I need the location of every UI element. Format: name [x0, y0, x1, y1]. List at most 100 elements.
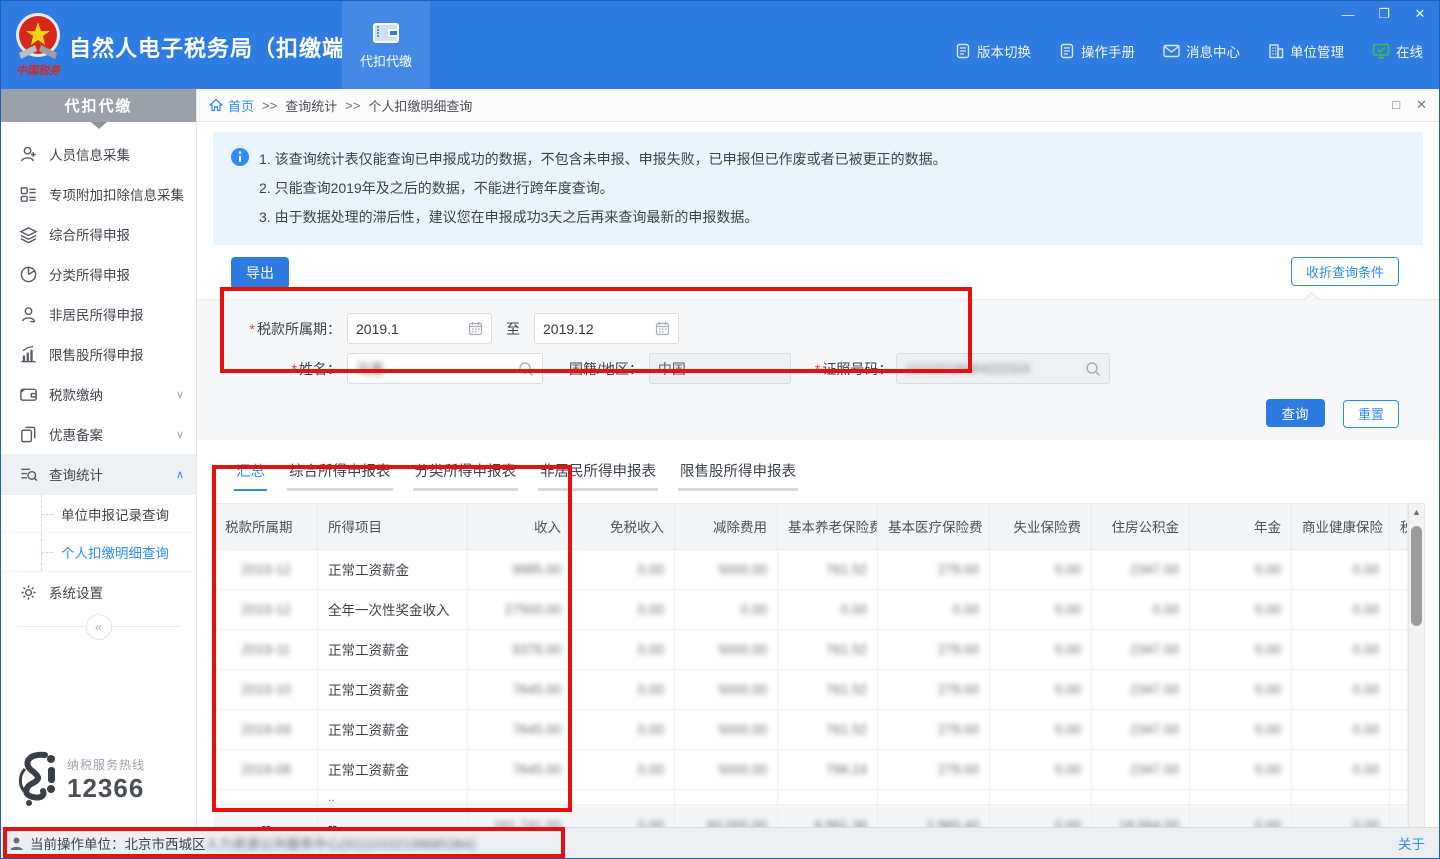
cell-value: 2347.00	[1130, 722, 1179, 737]
sidebar-item-系统设置[interactable]: 系统设置	[1, 572, 196, 612]
cell-value: 正常工资薪金	[328, 563, 409, 578]
tab-分类所得申报表[interactable]: 分类所得申报表	[413, 456, 519, 491]
cell-value: 6,991.36	[814, 818, 867, 827]
sidebar-item-综合所得申报[interactable]: 综合所得申报	[1, 214, 196, 254]
table-cell	[778, 789, 878, 804]
sidebar-item-label: 系统设置	[49, 582, 103, 602]
period-to-input[interactable]: 2019.12	[534, 313, 679, 344]
sidebar-item-label: 查询统计	[49, 464, 103, 484]
restore-icon[interactable]: ❐	[1373, 5, 1395, 23]
sidebar-item-人员信息采集[interactable]: 人员信息采集	[1, 134, 196, 174]
toolbar: 导出 收折查询条件	[197, 245, 1439, 299]
table-cell	[675, 789, 778, 804]
header-menu-消息中心[interactable]: 消息中心	[1163, 41, 1240, 61]
sidebar-item-分类所得申报[interactable]: 分类所得申报	[1, 254, 196, 294]
table-cell: 2347.00	[1092, 549, 1190, 589]
search-icon[interactable]	[518, 361, 534, 377]
search-button[interactable]: 查询	[1266, 399, 1325, 427]
notice-line-2: 2. 只能查询2019年及之后的数据，不能进行跨年度查询。	[259, 174, 1405, 203]
cell-value: 0.00	[1255, 762, 1281, 777]
table-cell	[215, 789, 318, 804]
frame-close-icon[interactable]: ✕	[1416, 97, 1427, 113]
table-row[interactable]: 2019-08正常工资薪金7645.000.005000.00798.24279…	[215, 749, 1408, 789]
copy-icon	[19, 425, 38, 444]
breadcrumb-home[interactable]: 首页	[209, 96, 254, 115]
breadcrumb-item-2: 个人扣缴明细查询	[368, 96, 472, 115]
sidebar-subitem-单位申报记录查询[interactable]: 单位申报记录查询	[1, 495, 196, 533]
search-icon[interactable]	[1085, 361, 1101, 377]
vertical-scroll-thumb[interactable]	[1411, 526, 1422, 626]
table-cell: 2019-08	[215, 749, 318, 789]
bar-chart-icon	[19, 345, 38, 364]
cell-value: 5000.00	[718, 762, 767, 777]
table-cell: 798.24	[778, 749, 878, 789]
sidebar-item-label: 综合所得申报	[49, 224, 130, 244]
name-input[interactable]: 马某	[347, 353, 543, 384]
cell-value: 761.52	[826, 722, 867, 737]
wallet-outline-icon	[19, 385, 38, 404]
sidebar-item-限售股所得申报[interactable]: 限售股所得申报	[1, 334, 196, 374]
frame-maximize-icon[interactable]: □	[1392, 97, 1400, 113]
window-controls: — ❐ ✕	[1337, 5, 1431, 23]
table-row[interactable]: 2019-11正常工资薪金9378.000.005000.00761.52279…	[215, 629, 1408, 669]
close-icon[interactable]: ✕	[1409, 5, 1431, 23]
current-unit-label: 当前操作单位：	[30, 833, 125, 853]
minimize-icon[interactable]: —	[1337, 5, 1359, 23]
vertical-scrollbar[interactable]: ▲ ▼	[1408, 503, 1425, 828]
reset-button[interactable]: 重置	[1343, 400, 1399, 428]
cell-value: 279.00	[938, 682, 979, 697]
table-cell: 全年一次性奖金收入	[318, 589, 468, 629]
cell-value: 0.00	[1353, 562, 1379, 577]
table-row[interactable]: 2019-09正常工资薪金7645.000.005000.00761.52279…	[215, 709, 1408, 749]
cell-value: 0.00	[1353, 642, 1379, 657]
tab-综合所得申报表[interactable]: 综合所得申报表	[287, 456, 393, 491]
home-icon	[209, 98, 223, 112]
sidebar-subitem-个人扣缴明细查询[interactable]: 个人扣缴明细查询	[1, 533, 196, 571]
sidebar-item-label: 人员信息采集	[49, 144, 130, 164]
sidebar-item-非居民所得申报[interactable]: 非居民所得申报	[1, 294, 196, 334]
table-cell: 0.00	[1092, 589, 1190, 629]
table-cell: 0.00	[572, 549, 675, 589]
sidebar-item-查询统计[interactable]: 查询统计∧	[1, 454, 196, 494]
tab-汇总[interactable]: 汇总	[234, 456, 267, 491]
main-content: 首页 >> 查询统计 >> 个人扣缴明细查询 □ ✕ 1. 该查询统计表仅能查询…	[197, 89, 1439, 827]
cell-value: 0.00	[1153, 602, 1179, 617]
tab-限售股所得申报表[interactable]: 限售股所得申报表	[678, 456, 798, 491]
sidebar-collapse-button[interactable]: «	[86, 614, 112, 640]
monitor-check-icon	[1372, 43, 1390, 59]
tab-非居民所得申报表[interactable]: 非居民所得申报表	[538, 456, 658, 491]
period-label: 税款所属期：	[257, 321, 341, 337]
sidebar-item-税款缴纳[interactable]: 税款缴纳∨	[1, 374, 196, 414]
tab-daikoudaijiao[interactable]: 代扣代缴	[342, 1, 430, 89]
header-menu-操作手册[interactable]: 操作手册	[1059, 41, 1135, 61]
header-menu-在线[interactable]: 在线	[1372, 41, 1423, 61]
app-header: 中国税务 自然人电子税务局（扣缴端） 代扣代缴 版本切换操作手册消息中心单位管理…	[1, 1, 1440, 89]
cell-value: 0.00	[638, 602, 664, 617]
cell-value: 0.00	[1255, 682, 1281, 697]
table-cell: 761.52	[778, 629, 878, 669]
table-row[interactable]: 2019-12全年一次性奖金收入27500.000.000.000.000.00…	[215, 589, 1408, 629]
table-cell: 0.00	[990, 629, 1092, 669]
table-cell: 279.00	[878, 709, 990, 749]
table-cell: 0.00	[572, 629, 675, 669]
header-menu-版本切换[interactable]: 版本切换	[955, 41, 1031, 61]
cell-value: 279.00	[938, 562, 979, 577]
cell-value: 60,000.00	[707, 818, 767, 827]
table-cell: 0.00	[878, 589, 990, 629]
header-menu-单位管理[interactable]: 单位管理	[1268, 41, 1344, 61]
column-header-商业健康保险: 商业健康保险	[1292, 503, 1390, 549]
scroll-up-icon[interactable]: ▲	[1409, 504, 1424, 520]
about-link[interactable]: 关于	[1398, 833, 1425, 853]
table-row[interactable]: 2019-12正常工资薪金9985.000.005000.00761.52279…	[215, 549, 1408, 589]
chevron-down-icon: ∨	[176, 388, 184, 401]
sidebar-item-优惠备案[interactable]: 优惠备案∨	[1, 414, 196, 454]
table-row[interactable]: 2019-10正常工资薪金7645.000.005000.00761.52279…	[215, 669, 1408, 709]
cell-value: 全年一次性奖金收入	[328, 603, 450, 618]
period-from-input[interactable]: 2019.1	[347, 313, 492, 344]
cell-value: 2019-11	[242, 642, 291, 657]
export-button[interactable]: 导出	[231, 257, 289, 289]
list-card-icon	[19, 185, 38, 204]
breadcrumb-separator: >>	[262, 98, 277, 113]
collapse-query-button[interactable]: 收折查询条件	[1291, 257, 1399, 286]
sidebar-item-专项附加扣除信息采集[interactable]: 专项附加扣除信息采集	[1, 174, 196, 214]
